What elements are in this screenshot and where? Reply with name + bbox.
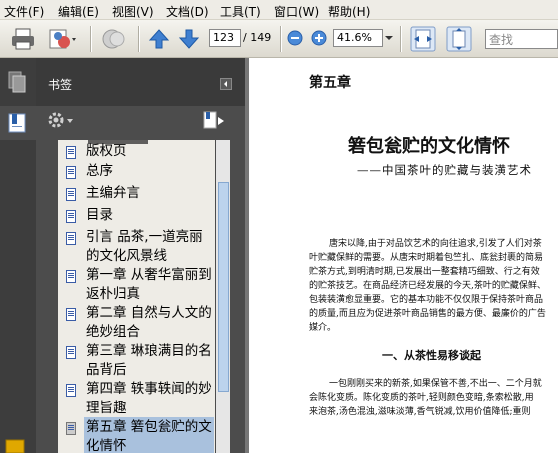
search-input[interactable]: 查找 bbox=[485, 29, 558, 49]
bookmark-item-chapter-1[interactable]: 第一章 从奢华富丽到返朴归真 bbox=[86, 266, 216, 304]
body-line: 包装装潢愈显重要。它的基本功能不仅仅限于保持茶叶商品 bbox=[309, 295, 544, 305]
bookmark-scrollbar-thumb[interactable] bbox=[218, 182, 229, 392]
zoom-out-icon[interactable] bbox=[287, 30, 303, 46]
body-line: 唐宋以降,由于对品饮艺术的向往追求,引发了人们对茶 bbox=[329, 239, 542, 249]
bookmark-item-chapter-2[interactable]: 第二章 自然与人文的绝妙组合 bbox=[86, 304, 216, 342]
share-icon[interactable] bbox=[46, 27, 80, 51]
fit-page-icon[interactable] bbox=[446, 26, 472, 52]
document-page: 第五章 箬包瓮贮的文化情怀 ——中国茶叶的贮藏与装潢艺术 唐宋以降,由于对品饮艺… bbox=[249, 58, 558, 453]
bookmark-item-chapter-4[interactable]: 第四章 轶事轶闻的妙理旨趣 bbox=[86, 380, 216, 418]
bookmark-item-chapter-5[interactable]: 第五章 箬包瓮贮的文化情怀 bbox=[86, 418, 216, 456]
review-icon[interactable] bbox=[100, 27, 128, 51]
body-line: 会陈化变质。陈化变质的茶叶,轻则颜色变暗,条索松散,用 bbox=[309, 393, 534, 403]
bookmark-icon bbox=[66, 384, 76, 397]
next-page-icon[interactable] bbox=[178, 28, 200, 50]
bookmark-icon bbox=[66, 146, 76, 159]
bookmark-icon bbox=[66, 210, 76, 223]
menu-window[interactable]: 窗口(W) bbox=[274, 3, 319, 20]
options-gear-icon[interactable] bbox=[46, 110, 76, 130]
bookmark-icon bbox=[66, 166, 76, 179]
bookmark-item-contents[interactable]: 目录 bbox=[86, 206, 216, 225]
fit-width-icon[interactable] bbox=[410, 26, 436, 52]
menu-tools[interactable]: 工具(T) bbox=[220, 3, 261, 20]
body-line: 的质量,而且应为促进茶叶商品销售的最方便、最廉价的广告 bbox=[309, 309, 546, 319]
body-line: 来泡茶,汤色混浊,滋味淡薄,香气锐减,饮用价值降低;重则 bbox=[309, 407, 531, 417]
body-line: 媒介。 bbox=[309, 323, 337, 333]
section-heading: 一、从茶性易移谈起 bbox=[382, 349, 481, 362]
zoom-dropdown-icon[interactable] bbox=[385, 34, 393, 42]
new-bookmark-icon[interactable] bbox=[202, 110, 226, 130]
body-line: 一包刚刚买来的新茶,如果保管不善,不出一、二个月就 bbox=[329, 379, 542, 389]
bookmark-icon bbox=[66, 308, 76, 321]
toolbar: 123 / 149 41.6% 查找 bbox=[0, 20, 558, 58]
previous-page-icon[interactable] bbox=[148, 28, 170, 50]
page-total: / 149 bbox=[243, 31, 272, 44]
bookmark-item-copyright[interactable]: 版权页 bbox=[86, 142, 216, 161]
bookmark-icon bbox=[66, 422, 76, 435]
bookmark-icon bbox=[66, 232, 76, 245]
menu-bar: 文件(F) 编辑(E) 视图(V) 文档(D) 工具(T) 窗口(W) 帮助(H… bbox=[0, 0, 558, 20]
bookmark-item-introduction[interactable]: 引言 品茶,一道亮丽的文化风景线 bbox=[86, 228, 216, 266]
chapter-number: 第五章 bbox=[309, 75, 351, 91]
menu-document[interactable]: 文档(D) bbox=[166, 3, 209, 20]
zoom-level-input[interactable]: 41.6% bbox=[333, 29, 383, 47]
attachments-panel-icon[interactable] bbox=[4, 436, 28, 453]
bookmark-item-general-preface[interactable]: 总序 bbox=[86, 162, 216, 181]
body-line: 叶贮藏保鲜的需要。从唐宋时期着包竺扎、底瓮封裹的简易 bbox=[309, 253, 544, 263]
bookmark-icon bbox=[66, 270, 76, 283]
chapter-title: 箬包瓮贮的文化情怀 bbox=[348, 136, 510, 157]
bookmark-icon bbox=[66, 346, 76, 359]
bookmark-icon bbox=[66, 188, 76, 201]
collapse-panel-icon[interactable] bbox=[220, 78, 232, 90]
menu-help[interactable]: 帮助(H) bbox=[328, 3, 370, 20]
chapter-subtitle: ——中国茶叶的贮藏与装潢艺术 bbox=[357, 163, 532, 177]
body-line: 的贮茶技艺。在商品经济已经发展的今天,茶叶的贮藏保鲜、 bbox=[309, 281, 546, 291]
bookmark-item-editor-preface[interactable]: 主编弁言 bbox=[86, 184, 216, 203]
zoom-in-icon[interactable] bbox=[311, 30, 327, 46]
menu-file[interactable]: 文件(F) bbox=[4, 3, 44, 20]
panel-title: 书签 bbox=[48, 78, 73, 92]
page-number-input[interactable]: 123 bbox=[209, 29, 241, 47]
menu-edit[interactable]: 编辑(E) bbox=[58, 3, 99, 20]
bookmarks-panel-icon[interactable] bbox=[7, 112, 29, 134]
print-icon[interactable] bbox=[10, 27, 36, 51]
pages-panel-icon[interactable] bbox=[7, 70, 27, 94]
menu-view[interactable]: 视图(V) bbox=[112, 3, 154, 20]
bookmark-item-chapter-3[interactable]: 第三章 琳琅满目的名品背后 bbox=[86, 342, 216, 380]
body-line: 贮茶方式,到明清时期,已发展出一整套精巧细致、行之有效 bbox=[309, 267, 540, 277]
